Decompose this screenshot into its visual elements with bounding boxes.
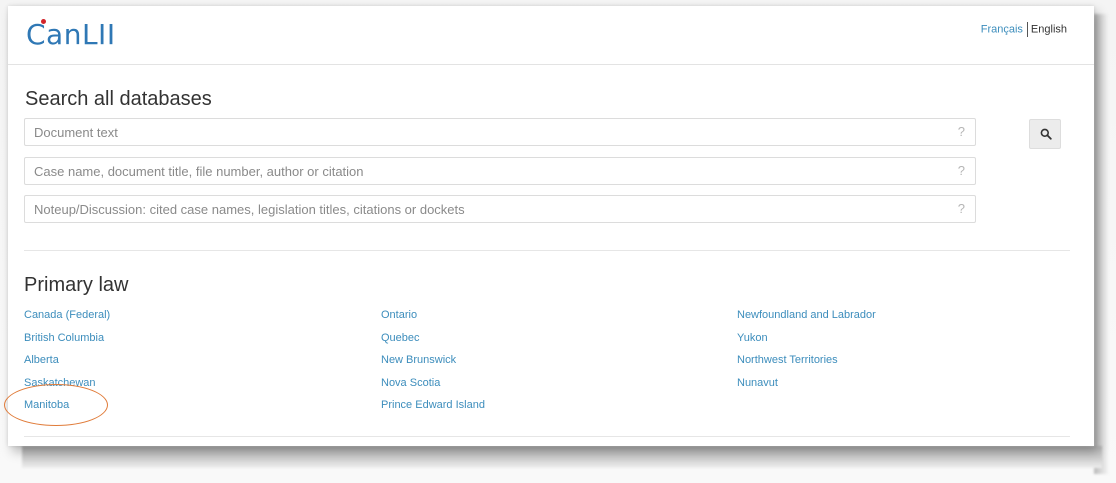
noteup-input[interactable] (25, 196, 934, 222)
help-icon[interactable]: ? (958, 163, 965, 178)
section-divider (24, 436, 1070, 437)
jurisdiction-link-alberta[interactable]: Alberta (24, 353, 110, 376)
jurisdiction-link-canada-federal[interactable]: Canada (Federal) (24, 308, 110, 331)
document-text-input[interactable] (25, 119, 934, 145)
jurisdiction-link-new-brunswick[interactable]: New Brunswick (381, 353, 485, 376)
section-divider (24, 250, 1070, 251)
canlii-logo[interactable]: CanLII (26, 18, 116, 51)
lang-separator (1026, 22, 1028, 37)
lang-french-link[interactable]: Français (981, 23, 1023, 35)
language-switcher: Français English (981, 22, 1067, 37)
logo-maple-dot (41, 19, 46, 24)
jurisdiction-link-ontario[interactable]: Ontario (381, 308, 485, 331)
header: CanLII Français English (8, 6, 1094, 65)
search-icon (1040, 128, 1052, 140)
screenshot-background: CanLII Français English Search all databa… (0, 0, 1116, 483)
lang-english-current: English (1030, 23, 1067, 36)
search-title: Search all databases (25, 88, 212, 110)
document-text-field: ? (24, 118, 976, 146)
page: CanLII Français English Search all databa… (8, 6, 1094, 446)
page-shadow-right (1094, 14, 1108, 474)
jurisdiction-link-newfoundland-and-labrador[interactable]: Newfoundland and Labrador (737, 308, 876, 331)
jurisdiction-link-quebec[interactable]: Quebec (381, 331, 485, 354)
jurisdiction-link-yukon[interactable]: Yukon (737, 331, 876, 354)
primary-law-title: Primary law (24, 274, 129, 296)
jurisdiction-link-prince-edward-island[interactable]: Prince Edward Island (381, 398, 485, 421)
noteup-field: ? (24, 195, 976, 223)
manitoba-highlight-circle (4, 384, 108, 426)
jurisdiction-link-nova-scotia[interactable]: Nova Scotia (381, 376, 485, 399)
case-name-input[interactable] (25, 158, 934, 184)
page-shadow-bottom (22, 446, 1102, 468)
help-icon[interactable]: ? (958, 124, 965, 139)
help-icon[interactable]: ? (958, 201, 965, 216)
search-button[interactable] (1029, 119, 1061, 149)
case-name-field: ? (24, 157, 976, 185)
jurisdiction-column-2: Ontario Quebec New Brunswick Nova Scotia… (381, 308, 485, 421)
jurisdiction-link-british-columbia[interactable]: British Columbia (24, 331, 110, 354)
jurisdiction-link-northwest-territories[interactable]: Northwest Territories (737, 353, 876, 376)
jurisdiction-column-3: Newfoundland and Labrador Yukon Northwes… (737, 308, 876, 398)
jurisdiction-link-nunavut[interactable]: Nunavut (737, 376, 876, 399)
